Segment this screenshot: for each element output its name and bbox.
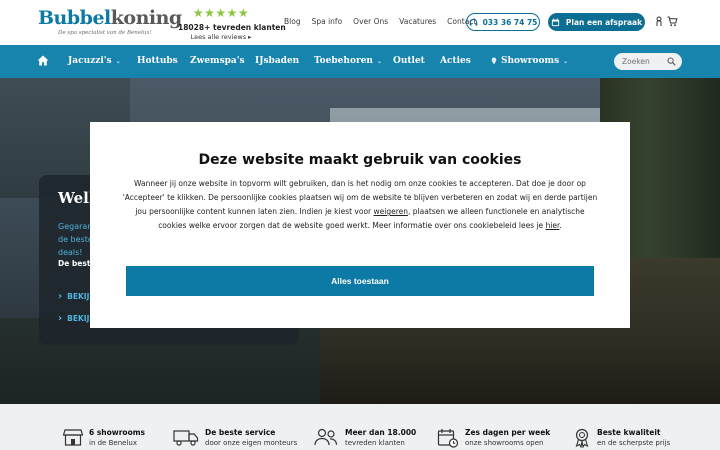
usp-customers-title: Meer dan 18.000 — [345, 428, 417, 437]
chevron-right-icon: › — [58, 313, 63, 324]
hero-text: De best — [58, 259, 90, 268]
nav-acties-label: Acties — [440, 56, 471, 66]
truck-icon — [173, 430, 199, 446]
chevron-right-icon: › — [58, 291, 63, 302]
usp-open-days: Zes dagen per week onze showrooms open — [437, 428, 550, 448]
hero-link-2-label: BEKIJ — [67, 314, 90, 323]
usp-open-days-sub: onze showrooms open — [465, 439, 544, 447]
cookie-policy-link[interactable]: hier — [546, 221, 560, 230]
cookie-modal-body: Wanneer jij onze website in topvorm wilt… — [122, 177, 598, 233]
hero-link-1[interactable]: › BEKIJ — [58, 291, 89, 302]
nav-showrooms[interactable]: Showrooms ⌄ — [491, 56, 568, 66]
hero-text-bold: De best — [58, 259, 91, 268]
usp-bar: 6 showrooms in de Benelux De beste servi… — [0, 404, 720, 450]
nav-zwemspas-label: Zwemspa's — [190, 56, 245, 66]
usp-service-sub: door onze eigen monteurs — [205, 439, 298, 447]
accept-all-button[interactable]: Alles toestaan — [126, 266, 594, 296]
reviews-widget[interactable]: ★★★★★ 18028+ tevreden klanten Lees alle … — [178, 6, 286, 41]
nav-jacuzzis[interactable]: Jacuzzi's ⌄ — [68, 56, 121, 66]
search-input[interactable] — [622, 57, 666, 66]
rating-stars-icon: ★★★★★ — [192, 6, 250, 20]
chevron-down-icon: ⌄ — [563, 57, 569, 65]
toplink-blog[interactable]: Blog — [284, 17, 301, 26]
home-icon[interactable] — [37, 55, 49, 66]
calendar-icon — [551, 17, 560, 26]
toplink-over-ons[interactable]: Over Ons — [353, 17, 388, 26]
reviews-link[interactable]: Lees alle reviews ▸ — [178, 33, 264, 41]
nav-hottubs[interactable]: Hottubs — [137, 56, 178, 66]
top-links: Blog Spa info Over Ons Vacatures Contact — [284, 17, 487, 26]
store-icon — [63, 429, 83, 446]
reject-link[interactable]: weigeren — [374, 207, 409, 216]
hero-link-2[interactable]: › BEKIJ — [58, 313, 89, 324]
phone-number: 033 36 74 75 — [482, 17, 538, 27]
nav-jacuzzis-label: Jacuzzi's — [68, 56, 112, 66]
main-nav: Jacuzzi's ⌄ Hottubs Zwemspa's IJsbaden To… — [0, 45, 720, 78]
toplink-spa-info[interactable]: Spa info — [312, 17, 343, 26]
plan-appointment-button[interactable]: Plan een afspraak — [548, 13, 645, 31]
reviews-count: 18028+ tevreden klanten — [178, 23, 286, 32]
chevron-down-icon: ⌄ — [376, 57, 383, 65]
people-icon — [314, 428, 338, 446]
nav-showrooms-label: Showrooms — [501, 56, 560, 66]
usp-customers: Meer dan 18.000 tevreden klanten — [313, 428, 416, 448]
usp-customers-sub: tevreden klanten — [345, 439, 405, 447]
nav-ijsbaden-label: IJsbaden — [255, 56, 300, 66]
user-icon[interactable] — [655, 16, 663, 27]
usp-showrooms-title: 6 showrooms — [89, 428, 145, 437]
award-icon — [575, 428, 589, 448]
nav-zwemspas[interactable]: Zwemspa's — [190, 56, 245, 66]
usp-service-title: De beste service — [205, 428, 276, 437]
phone-button[interactable]: 033 36 74 75 — [466, 13, 540, 31]
cart-icon[interactable] — [667, 16, 678, 27]
usp-quality-sub: en de scherpste prijs — [597, 439, 671, 447]
nav-hottubs-label: Hottubs — [137, 56, 178, 66]
top-header: Bubbelkoning De spa specialist van de Be… — [0, 0, 720, 45]
usp-quality: Beste kwaliteit en de scherpste prijs — [573, 428, 670, 448]
toplink-vacatures[interactable]: Vacatures — [399, 17, 436, 26]
calendar-icon — [437, 429, 459, 448]
logo[interactable]: Bubbelkoning De spa specialist van de Be… — [38, 7, 182, 36]
chevron-down-icon: ⌄ — [115, 57, 121, 65]
nav-ijsbaden[interactable]: IJsbaden — [255, 56, 299, 66]
cookie-text-3: . — [559, 221, 562, 230]
plan-appointment-label: Plan een afspraak — [565, 17, 643, 27]
nav-acties[interactable]: Acties — [440, 56, 471, 66]
search-box[interactable] — [614, 53, 682, 70]
cookie-modal-title: Deze website maakt gebruik van cookies — [198, 152, 522, 168]
nav-outlet-label: Outlet — [393, 56, 425, 66]
logo-part-1: Bubbel — [38, 7, 111, 29]
nav-outlet[interactable]: Outlet — [393, 56, 425, 66]
usp-open-days-title: Zes dagen per week — [465, 428, 551, 437]
usp-showrooms-sub: in de Benelux — [89, 439, 137, 447]
headset-icon — [469, 18, 477, 26]
search-icon[interactable] — [667, 57, 676, 66]
usp-showrooms: 6 showrooms in de Benelux — [63, 428, 145, 448]
nav-toebehoren[interactable]: Toebehoren ⌄ — [314, 56, 382, 66]
logo-tagline: De spa specialist van de Benelux! — [58, 30, 152, 36]
usp-service: De beste service door onze eigen monteur… — [173, 428, 297, 448]
cookie-modal: Deze website maakt gebruik van cookies W… — [90, 122, 630, 328]
nav-toebehoren-label: Toebehoren — [314, 56, 373, 66]
map-pin-icon — [491, 57, 497, 65]
usp-quality-title: Beste kwaliteit — [597, 428, 661, 437]
logo-part-2: koning — [110, 7, 182, 29]
hero-link-1-label: BEKIJ — [67, 292, 90, 301]
